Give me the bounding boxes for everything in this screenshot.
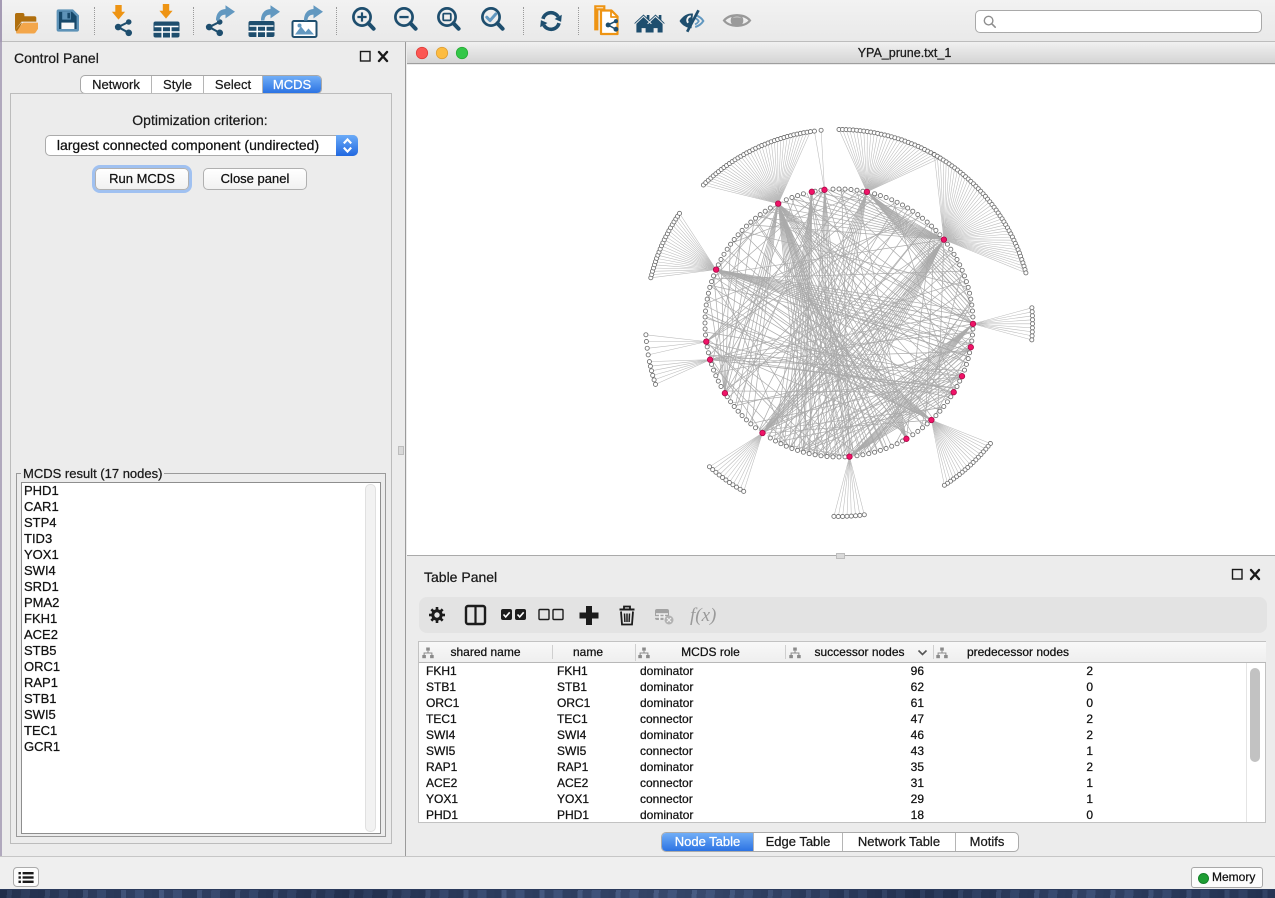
svg-text:f(x): f(x): [690, 605, 716, 626]
